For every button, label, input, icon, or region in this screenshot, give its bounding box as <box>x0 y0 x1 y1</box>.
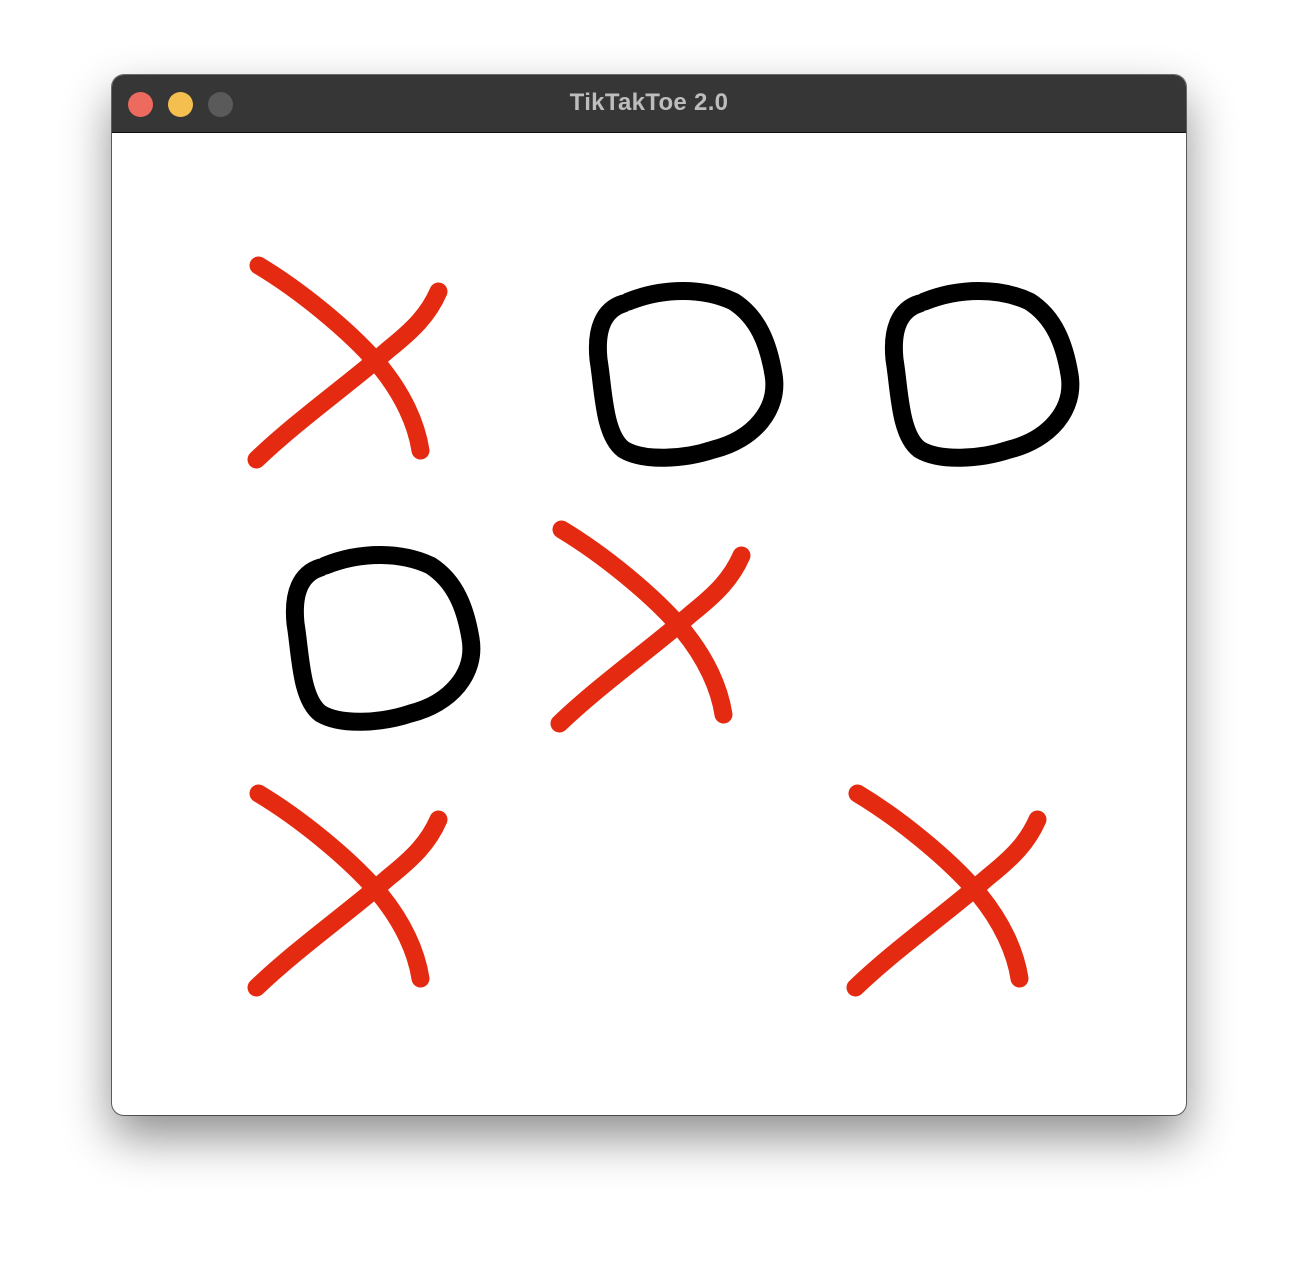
board-cell-r1-c2[interactable] <box>530 258 823 527</box>
game-board <box>217 256 1130 1055</box>
board-cell-r2-c2[interactable] <box>530 527 823 786</box>
board-cell-r3-c2[interactable] <box>530 786 823 1055</box>
board-cell-r1-c3[interactable] <box>823 258 1122 527</box>
board-cells <box>217 258 1122 1055</box>
board-cell-r3-c1[interactable] <box>217 786 530 1055</box>
board-cell-r2-c3[interactable] <box>823 527 1122 786</box>
board-cell-r1-c1[interactable] <box>217 258 530 527</box>
board-cell-r2-c1[interactable] <box>217 527 530 786</box>
board-cell-r3-c3[interactable] <box>823 786 1122 1055</box>
game-window: TikTakToe 2.0 <box>112 75 1186 1115</box>
window-title: TikTakToe 2.0 <box>569 89 729 116</box>
title-bar[interactable]: TikTakToe 2.0 <box>112 75 1186 133</box>
